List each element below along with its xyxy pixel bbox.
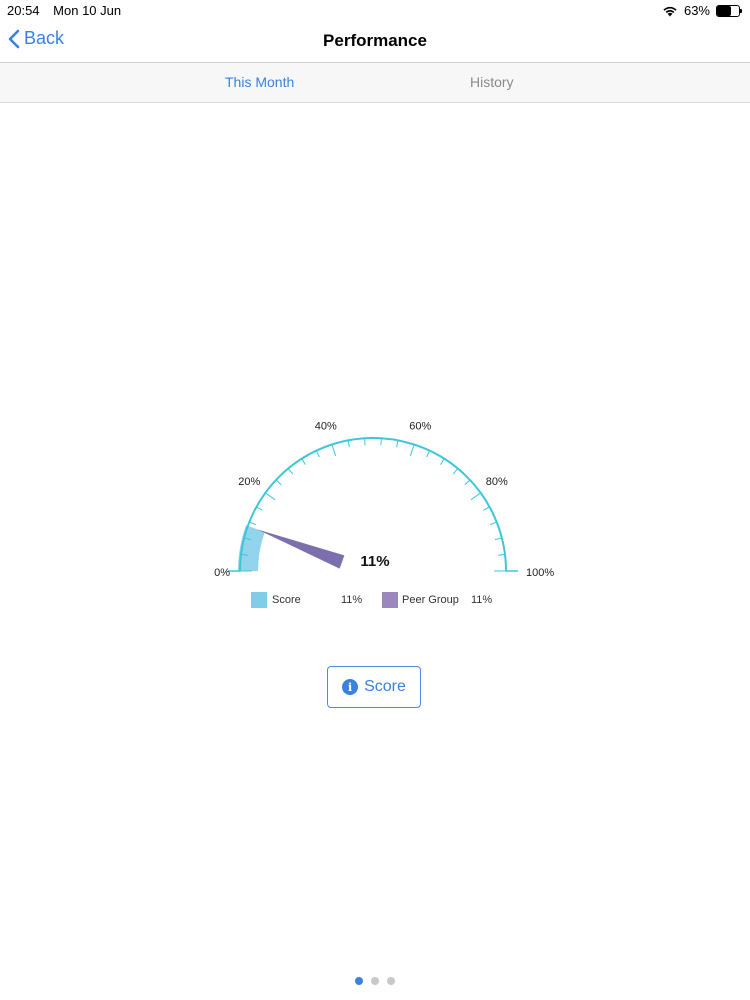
legend-swatch-score [251, 592, 267, 608]
gauge-value-label: 11% [360, 553, 389, 570]
gauge-major-tick [331, 444, 337, 457]
gauge-minor-tick [315, 450, 320, 458]
gauge-minor-tick [497, 553, 506, 556]
status-date: Mon 10 Jun [53, 3, 122, 18]
legend-swatch-peer-group [382, 592, 398, 608]
gauge-major-tick [265, 492, 276, 501]
gauge-arc [239, 437, 507, 572]
gauge-minor-tick [347, 440, 350, 448]
peer-group-needle [257, 529, 345, 569]
gauge-tick-label: 100% [526, 567, 554, 579]
tab-this-month[interactable]: This Month [225, 74, 294, 90]
gauge-tick-label: 60% [409, 420, 431, 432]
battery-fill [717, 5, 731, 16]
page-dot[interactable] [371, 977, 379, 985]
gauge-minor-tick [249, 521, 257, 526]
page-title: Performance [323, 31, 427, 50]
gauge-minor-tick [287, 468, 294, 475]
battery-percent: 63% [683, 3, 710, 18]
legend-value-score: 11% [341, 594, 363, 606]
gauge-minor-tick [494, 537, 502, 541]
gauge-minor-tick [452, 468, 459, 475]
gauge-tick-label: 0% [214, 567, 230, 579]
legend-label-peer-group: Peer Group [402, 594, 459, 606]
gauge-minor-tick [426, 450, 431, 458]
battery-icon [716, 4, 742, 17]
wifi-icon [663, 6, 677, 16]
navigation-bar: Back Performance [0, 22, 750, 63]
gauge-minor-tick [301, 458, 306, 465]
gauge-minor-tick [483, 506, 490, 511]
gauge-minor-tick [489, 521, 497, 526]
page-indicator[interactable] [0, 977, 750, 985]
gauge-tick-label: 40% [315, 420, 337, 432]
tab-history[interactable]: History [470, 74, 514, 90]
gauge-minor-tick [396, 440, 399, 448]
gauge-tick-label: 20% [238, 476, 260, 488]
gauge-major-tick [470, 492, 481, 501]
status-time: 20:54 [7, 3, 40, 18]
score-info-button[interactable]: i Score [327, 666, 421, 708]
gauge-minor-tick [275, 479, 282, 486]
gauge-major-tick [409, 444, 415, 457]
status-right: 63% [662, 3, 742, 18]
gauge-tick-label: 80% [486, 476, 508, 488]
segment-control: This Month History [0, 63, 750, 103]
gauge-minor-tick [256, 506, 263, 511]
page-dot[interactable] [355, 977, 363, 985]
legend-label-score: Score [272, 594, 301, 606]
gauge-minor-tick [440, 458, 445, 465]
status-left: 20:54 Mon 10 Jun [7, 3, 131, 18]
info-icon: i [342, 679, 359, 695]
performance-gauge: 0% 20% 40% 60% 80% 100% 11% Score 11% Peer Gro… [195, 395, 575, 625]
page-dot[interactable] [387, 977, 395, 985]
legend-value-peer-group: 11% [471, 594, 493, 606]
status-bar: 20:54 Mon 10 Jun 63% [0, 0, 750, 22]
score-button-label: Score [364, 678, 406, 695]
gauge-chart: 0% 20% 40% 60% 80% 100% 11% [214, 420, 554, 579]
gauge-legend: Score 11% Peer Group 11% [195, 592, 575, 612]
gauge-minor-tick [464, 479, 471, 486]
